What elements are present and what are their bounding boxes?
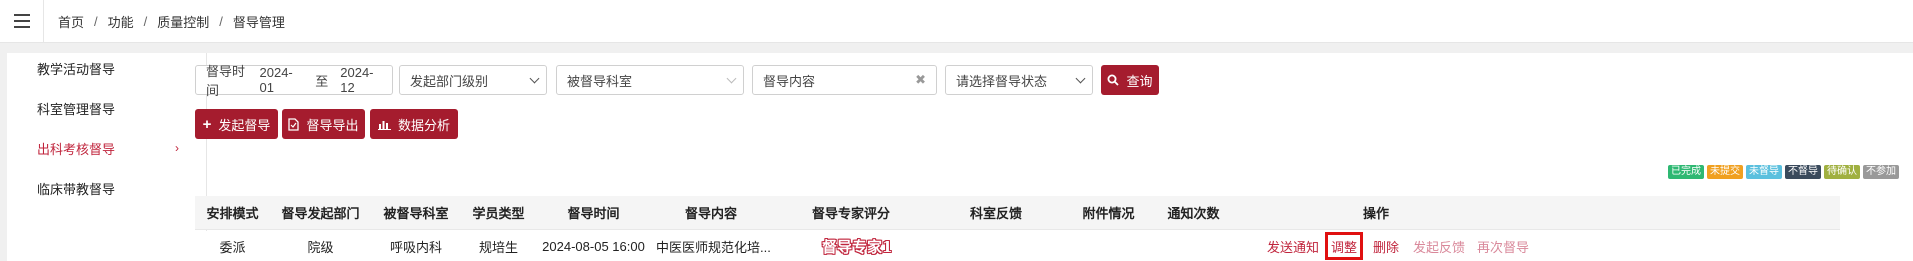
content-placeholder: 督导内容 (763, 73, 816, 89)
breadcrumb-separator: / (219, 13, 223, 29)
column-header: 督导发起部门 (281, 206, 360, 221)
cell-mode: 委派 (219, 239, 246, 255)
sidebar-item-dept-management[interactable]: 科室管理督导 (7, 93, 207, 123)
sidebar-item-label: 科室管理督导 (37, 101, 116, 117)
column-header: 督导专家评分 (811, 206, 890, 221)
start-label: 发起督导 (218, 117, 271, 133)
sidebar-item-label: 出科考核督导 (37, 141, 116, 157)
breadcrumb-quality-control[interactable]: 质量控制 (157, 12, 209, 31)
query-button[interactable]: 查询 (1101, 65, 1159, 95)
breadcrumb-function[interactable]: 功能 (108, 12, 134, 31)
analyze-label: 数据分析 (397, 117, 450, 133)
column-header: 学员类型 (472, 206, 525, 221)
data-analysis-button[interactable]: 数据分析 (370, 109, 458, 139)
resupervise-link[interactable]: 再次督导 (1477, 231, 1529, 261)
start-supervision-button[interactable]: + 发起督导 (195, 109, 278, 139)
top-bar: 首页 / 功能 / 质量控制 / 督导管理 (0, 0, 1913, 43)
start-feedback-link[interactable]: 发起反馈 (1413, 231, 1465, 261)
column-header: 附件情况 (1082, 206, 1135, 221)
dept-level-select[interactable]: 发起部门级别 (399, 65, 547, 95)
content-search-input[interactable]: 督导内容 ✖ (752, 65, 937, 95)
cell-time: 2024-08-05 16:00 (542, 238, 645, 254)
time-label: 督导时间 (206, 64, 246, 98)
time-range-separator: 至 (315, 73, 329, 89)
status-select[interactable]: 请选择督导状态 (945, 65, 1093, 95)
target-dept-select[interactable]: 被督导科室 (556, 65, 744, 95)
delete-link[interactable]: 删除 (1373, 231, 1399, 261)
chevron-down-icon (1075, 73, 1086, 84)
cell-target-dept: 呼吸内科 (389, 239, 442, 255)
sidebar-item-teaching[interactable]: 教学活动督导 (7, 53, 207, 83)
legend-not-submitted: 未提交 (1707, 165, 1743, 179)
column-header: 督导内容 (684, 206, 737, 221)
legend-completed: 已完成 (1668, 165, 1704, 179)
sidebar-item-clinical[interactable]: 临床带教督导 (7, 173, 207, 203)
chevron-down-icon (529, 73, 540, 84)
sidebar-item-label: 临床带教督导 (37, 181, 116, 197)
time-range-field[interactable]: 督导时间 2024-01 至 2024-12 (195, 64, 393, 98)
breadcrumb-separator: / (143, 13, 148, 29)
status-placeholder: 请选择督导状态 (956, 73, 1048, 89)
table-header: 安排模式 督导发起部门 被督导科室 学员类型 督导时间 督导内容 督导专家评分 … (195, 196, 1840, 230)
cell-student-type: 规培生 (478, 239, 518, 255)
adjust-link[interactable]: 调整 (1325, 232, 1364, 260)
plus-icon: + (202, 115, 212, 133)
cell-content: 中医医师规范化培... (656, 239, 771, 255)
target-dept-placeholder: 被督导科室 (567, 73, 633, 89)
time-end-value[interactable]: 2024-12 (340, 65, 382, 95)
hamburger-icon (13, 12, 30, 30)
sidebar: 教学活动督导 科室管理督导 出科考核督导 › 临床带教督导 (7, 53, 207, 261)
legend-no-supervision: 不督导 (1785, 165, 1821, 179)
status-legend: 已完成 未提交 未督导 不督导 待确认 不参加 (1668, 165, 1899, 179)
column-header: 安排模式 (206, 206, 259, 221)
column-header: 被督导科室 (383, 206, 449, 221)
table-row: 委派 院级 呼吸内科 规培生 2024-08-05 16:00 中医医师规范化培… (195, 231, 1840, 261)
dept-level-value: 发起部门级别 (410, 73, 489, 89)
send-notification-link[interactable]: 发送通知 (1267, 231, 1319, 261)
query-label: 查询 (1126, 73, 1153, 89)
column-header: 督导时间 (567, 206, 620, 221)
sidebar-item-exit-exam[interactable]: 出科考核督导 › (7, 133, 207, 163)
time-start-value[interactable]: 2024-01 (260, 65, 302, 95)
cell-dept: 院级 (307, 239, 334, 255)
bar-chart-icon (377, 118, 391, 130)
breadcrumb-home[interactable]: 首页 (58, 12, 84, 31)
breadcrumb: 首页 / 功能 / 质量控制 / 督导管理 (58, 12, 285, 31)
cell-expert: 督导专家1 (822, 237, 893, 256)
export-file-icon (288, 117, 300, 131)
legend-not-participating: 不参加 (1863, 165, 1899, 179)
legend-pending: 待确认 (1824, 165, 1860, 179)
export-label: 督导导出 (306, 117, 359, 133)
sidebar-item-label: 教学活动督导 (37, 61, 116, 77)
search-icon (1107, 74, 1120, 86)
chevron-right-icon: › (175, 141, 179, 155)
menu-toggle-button[interactable] (0, 0, 44, 43)
clear-icon[interactable]: ✖ (915, 72, 926, 88)
column-header: 科室反馈 (969, 206, 1022, 221)
column-header: 操作 (1362, 206, 1389, 221)
main-panel: 教学活动督导 科室管理督导 出科考核督导 › 临床带教督导 督导时间 2024-0… (7, 53, 1913, 261)
chevron-down-icon (726, 73, 737, 84)
breadcrumb-separator: / (94, 13, 98, 29)
export-button[interactable]: 督导导出 (282, 109, 365, 139)
column-header: 通知次数 (1167, 206, 1220, 221)
breadcrumb-current: 督导管理 (232, 14, 285, 30)
legend-not-supervised: 未督导 (1746, 165, 1782, 179)
